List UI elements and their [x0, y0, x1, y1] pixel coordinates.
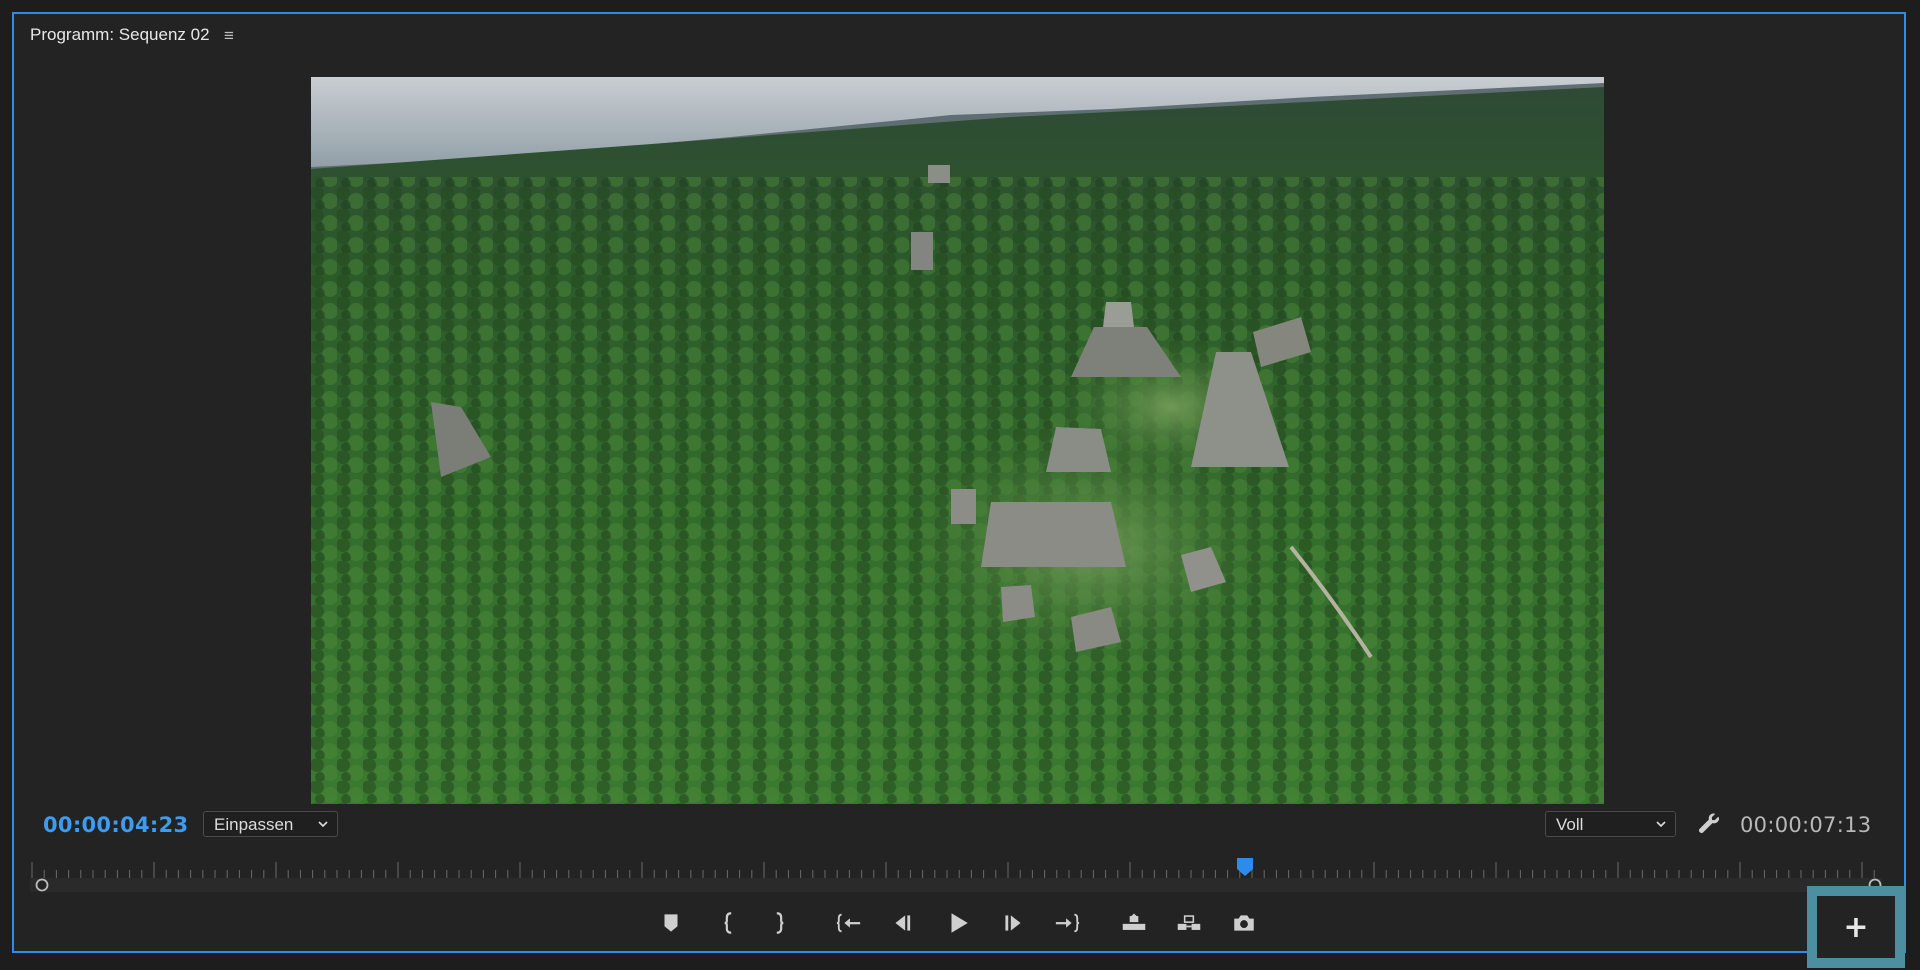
mark-out-button[interactable]: [761, 905, 797, 941]
mark-in-icon: [724, 912, 732, 934]
playhead[interactable]: [1234, 856, 1256, 878]
wrench-icon[interactable]: [1696, 810, 1722, 836]
zoom-level-value: Einpassen: [214, 815, 294, 834]
step-forward-button[interactable]: [995, 905, 1031, 941]
export-frame-button[interactable]: [1226, 905, 1262, 941]
plus-icon: +: [1817, 896, 1895, 958]
add-marker-button[interactable]: [653, 905, 689, 941]
mark-in-button[interactable]: [711, 905, 747, 941]
current-timecode[interactable]: 00:00:04:23: [43, 813, 188, 837]
step-back-button[interactable]: [885, 905, 921, 941]
step-forward-icon: [1005, 915, 1021, 931]
extract-button[interactable]: [1171, 905, 1207, 941]
playback-resolution-select[interactable]: Voll: [1545, 811, 1676, 837]
mark-out-icon: [776, 912, 784, 934]
zoom-scroll-bar[interactable]: [30, 878, 1882, 892]
time-ruler[interactable]: [30, 860, 1882, 878]
chevron-down-icon: [318, 821, 328, 828]
camera-icon: [1234, 915, 1254, 931]
button-editor-button[interactable]: +: [1807, 886, 1905, 968]
zoom-level-select[interactable]: Einpassen: [203, 811, 338, 837]
marker-icon: [664, 914, 678, 932]
chevron-down-icon: [1656, 821, 1666, 828]
play-button[interactable]: [940, 905, 976, 941]
transport-controls: [0, 905, 1920, 945]
video-frame-image: [311, 77, 1604, 804]
lift-icon: [1122, 913, 1146, 930]
duration-timecode: 00:00:07:13: [1740, 813, 1872, 837]
panel-menu-icon[interactable]: ≡: [224, 26, 234, 46]
zoom-bar-left-handle[interactable]: [35, 878, 49, 892]
play-icon: [951, 913, 968, 933]
go-to-out-icon: [1055, 913, 1080, 933]
step-back-icon: [895, 915, 911, 931]
go-to-in-icon: [836, 913, 861, 933]
video-preview[interactable]: [311, 77, 1604, 804]
playback-resolution-value: Voll: [1556, 815, 1584, 834]
lift-button[interactable]: [1116, 905, 1152, 941]
go-to-in-button[interactable]: [831, 905, 867, 941]
go-to-out-button[interactable]: [1049, 905, 1085, 941]
extract-icon: [1177, 915, 1201, 930]
panel-title[interactable]: Programm: Sequenz 02: [30, 25, 210, 45]
